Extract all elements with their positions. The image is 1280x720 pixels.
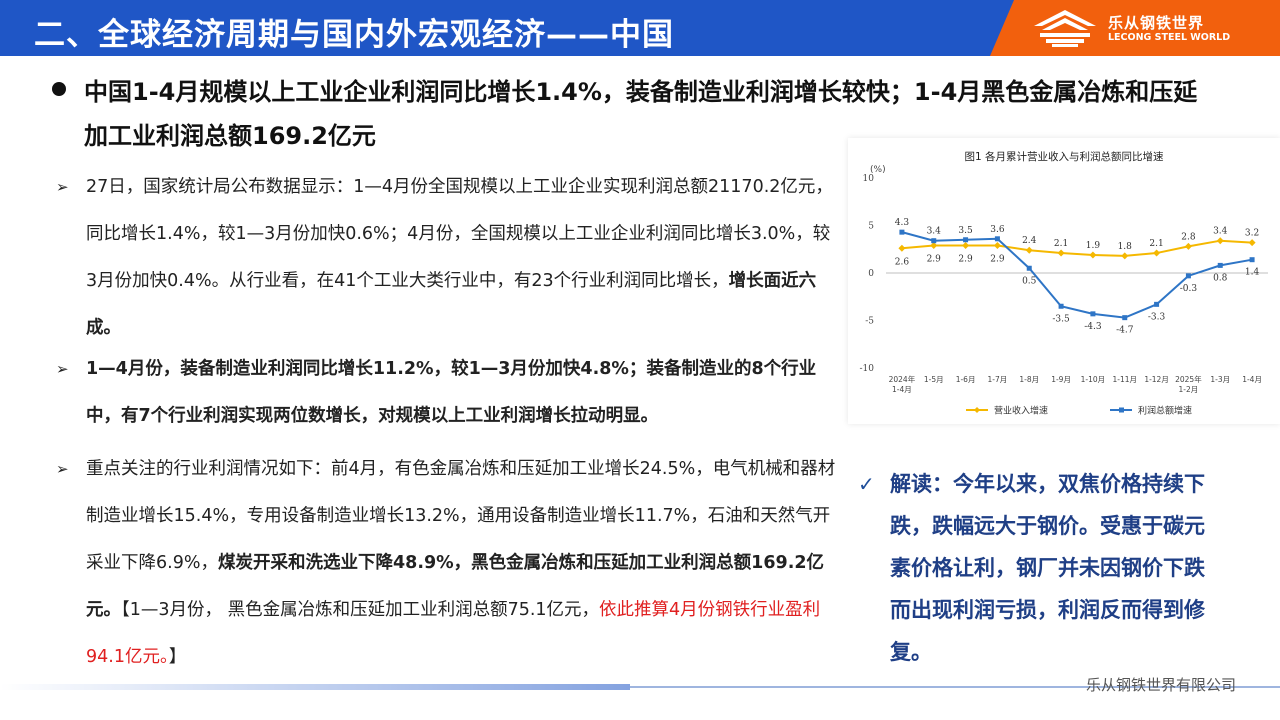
- x-tick-label: 1-4月: [892, 385, 912, 394]
- data-label: -0.3: [1180, 284, 1198, 294]
- x-tick-label: 1-6月: [956, 375, 976, 384]
- text-normal: 27日，国家统计局公布数据显示：1—4月份全国规模以上工业企业实现利润总额211…: [86, 177, 833, 291]
- data-label: -3.5: [1052, 314, 1070, 324]
- growth-chart: 图1 各月累计营业收入与利润总额同比增速 (%) -10 -5 0 5 10 2024年 1-4…: [848, 138, 1280, 424]
- x-tick-label: 1-5月: [924, 375, 944, 384]
- arrow-bullet-icon: ➢: [56, 360, 69, 378]
- data-label: 2.1: [1149, 239, 1163, 249]
- check-icon: ✓: [858, 472, 875, 496]
- data-label: 3.2: [1245, 229, 1259, 239]
- data-label: 1.9: [1086, 241, 1101, 251]
- data-point: [1025, 246, 1033, 254]
- data-point: [994, 236, 1000, 242]
- text-normal: 】: [168, 647, 187, 667]
- x-tick-label: 1-11月: [1112, 375, 1137, 384]
- series-line-revenue: [901, 239, 1253, 257]
- data-label: 0.5: [1022, 276, 1037, 286]
- data-point: [1058, 303, 1064, 309]
- data-point: [1184, 242, 1192, 250]
- data-point: [1121, 252, 1129, 260]
- data-point: [1026, 265, 1032, 271]
- interpretation-text: 解读：今年以来，双焦价格持续下跌，跌幅远大于钢价。受惠于碳元素价格让利，钢厂并未…: [890, 472, 1205, 664]
- header-bar: 二、全球经济周期与国内外宏观经济——中国 乐从钢铁世界 LECONG STEEL…: [0, 0, 1280, 56]
- data-point: [899, 229, 905, 235]
- data-point: [1122, 315, 1128, 321]
- legend-marker: [1119, 407, 1124, 413]
- x-tick-label: 1-9月: [1051, 375, 1071, 384]
- text-normal: 【1—3月份， 黑色金属冶炼和压延加工业利润总额75.1亿元，: [121, 600, 600, 620]
- growth-chart-svg: 图1 各月累计营业收入与利润总额同比增速(%)-10-505102024年1-4…: [860, 150, 1268, 417]
- paragraph-text: 重点关注的行业利润情况如下：前4月，有色金属冶炼和压延加工业增长24.5%，电气…: [86, 446, 841, 681]
- legend-label: 营业收入增速: [994, 405, 1048, 417]
- data-label: 1.8: [1118, 242, 1133, 252]
- data-label: 2.8: [1181, 232, 1196, 242]
- data-label: 2.4: [1022, 236, 1037, 246]
- data-label: 2.9: [958, 254, 973, 264]
- x-tick-label: 1-10月: [1081, 375, 1106, 384]
- data-point: [1216, 237, 1224, 245]
- logo-text-en: LECONG STEEL WORLD: [1108, 32, 1231, 43]
- data-label: 2.9: [990, 254, 1005, 264]
- data-point: [898, 244, 906, 252]
- y-tick-label: -10: [860, 364, 875, 374]
- company-logo: 乐从钢铁世界 LECONG STEEL WORLD: [990, 0, 1280, 56]
- paragraph-text: 1—4月份，装备制造业利润同比增长11.2%，较1—3月份加快4.8%；装备制造…: [86, 359, 817, 426]
- data-point: [1153, 249, 1161, 257]
- data-label: 1.4: [1245, 268, 1260, 278]
- headline-bullet-icon: [52, 82, 66, 96]
- paragraph-equipment-manufacturing: ➢ 1—4月份，装备制造业利润同比增长11.2%，较1—3月份加快4.8%；装备…: [56, 346, 846, 446]
- logo-mark-icon: [1034, 10, 1096, 47]
- data-point: [1248, 239, 1256, 247]
- x-tick-label: 1-3月: [1210, 375, 1230, 384]
- x-tick-label: 1-12月: [1144, 375, 1169, 384]
- y-tick-label: 0: [868, 269, 874, 279]
- data-point: [1154, 301, 1160, 307]
- data-point: [963, 237, 969, 243]
- data-label: 2.1: [1054, 239, 1068, 249]
- y-tick-label: -5: [865, 317, 874, 327]
- data-point: [962, 241, 970, 249]
- page-title: 二、全球经济周期与国内外宏观经济——中国: [34, 17, 674, 53]
- data-label: 3.5: [958, 226, 973, 236]
- paragraph-text: 27日，国家统计局公布数据显示：1—4月份全国规模以上工业企业实现利润总额211…: [86, 164, 841, 352]
- x-tick-label: 1-8月: [1019, 375, 1039, 384]
- x-tick-label: 1-4月: [1242, 375, 1262, 384]
- footer-divider: [0, 684, 630, 690]
- data-point: [1089, 251, 1097, 259]
- data-label: 3.6: [990, 225, 1005, 235]
- data-label: 3.4: [1213, 227, 1228, 237]
- data-label: -3.3: [1148, 312, 1166, 322]
- footer-company-name: 乐从钢铁世界有限公司: [1086, 676, 1237, 694]
- data-point: [1217, 262, 1223, 268]
- x-tick-label: 2024年: [889, 374, 916, 384]
- data-label: -4.3: [1084, 322, 1102, 332]
- legend-label: 利润总额增速: [1138, 405, 1192, 417]
- data-label: 0.8: [1213, 273, 1228, 283]
- data-point: [1090, 311, 1096, 317]
- logo-text-cn: 乐从钢铁世界: [1108, 14, 1205, 32]
- x-tick-label: 1-2月: [1179, 385, 1199, 394]
- paragraph-profit-overview: ➢ 27日，国家统计局公布数据显示：1—4月份全国规模以上工业企业实现利润总额2…: [56, 164, 846, 354]
- data-point: [931, 238, 937, 244]
- arrow-bullet-icon: ➢: [56, 178, 69, 196]
- data-point: [1185, 273, 1191, 279]
- arrow-bullet-icon: ➢: [56, 460, 69, 478]
- data-point: [993, 241, 1001, 249]
- y-tick-label: 5: [868, 222, 874, 232]
- y-tick-label: 10: [863, 174, 875, 184]
- data-label: 3.4: [927, 227, 942, 237]
- data-label: 2.6: [895, 257, 910, 267]
- data-point: [1249, 257, 1255, 263]
- x-tick-label: 2025年: [1175, 374, 1202, 384]
- data-label: -4.7: [1116, 326, 1134, 336]
- paragraph-industry-profits: ➢ 重点关注的行业利润情况如下：前4月，有色金属冶炼和压延加工业增长24.5%，…: [56, 446, 846, 676]
- chart-title: 图1 各月累计营业收入与利润总额同比增速: [964, 150, 1164, 163]
- data-point: [1057, 249, 1065, 257]
- legend-marker: [974, 407, 980, 413]
- data-label: 4.3: [895, 218, 910, 228]
- x-tick-label: 1-7月: [988, 375, 1008, 384]
- data-label: 2.9: [927, 254, 942, 264]
